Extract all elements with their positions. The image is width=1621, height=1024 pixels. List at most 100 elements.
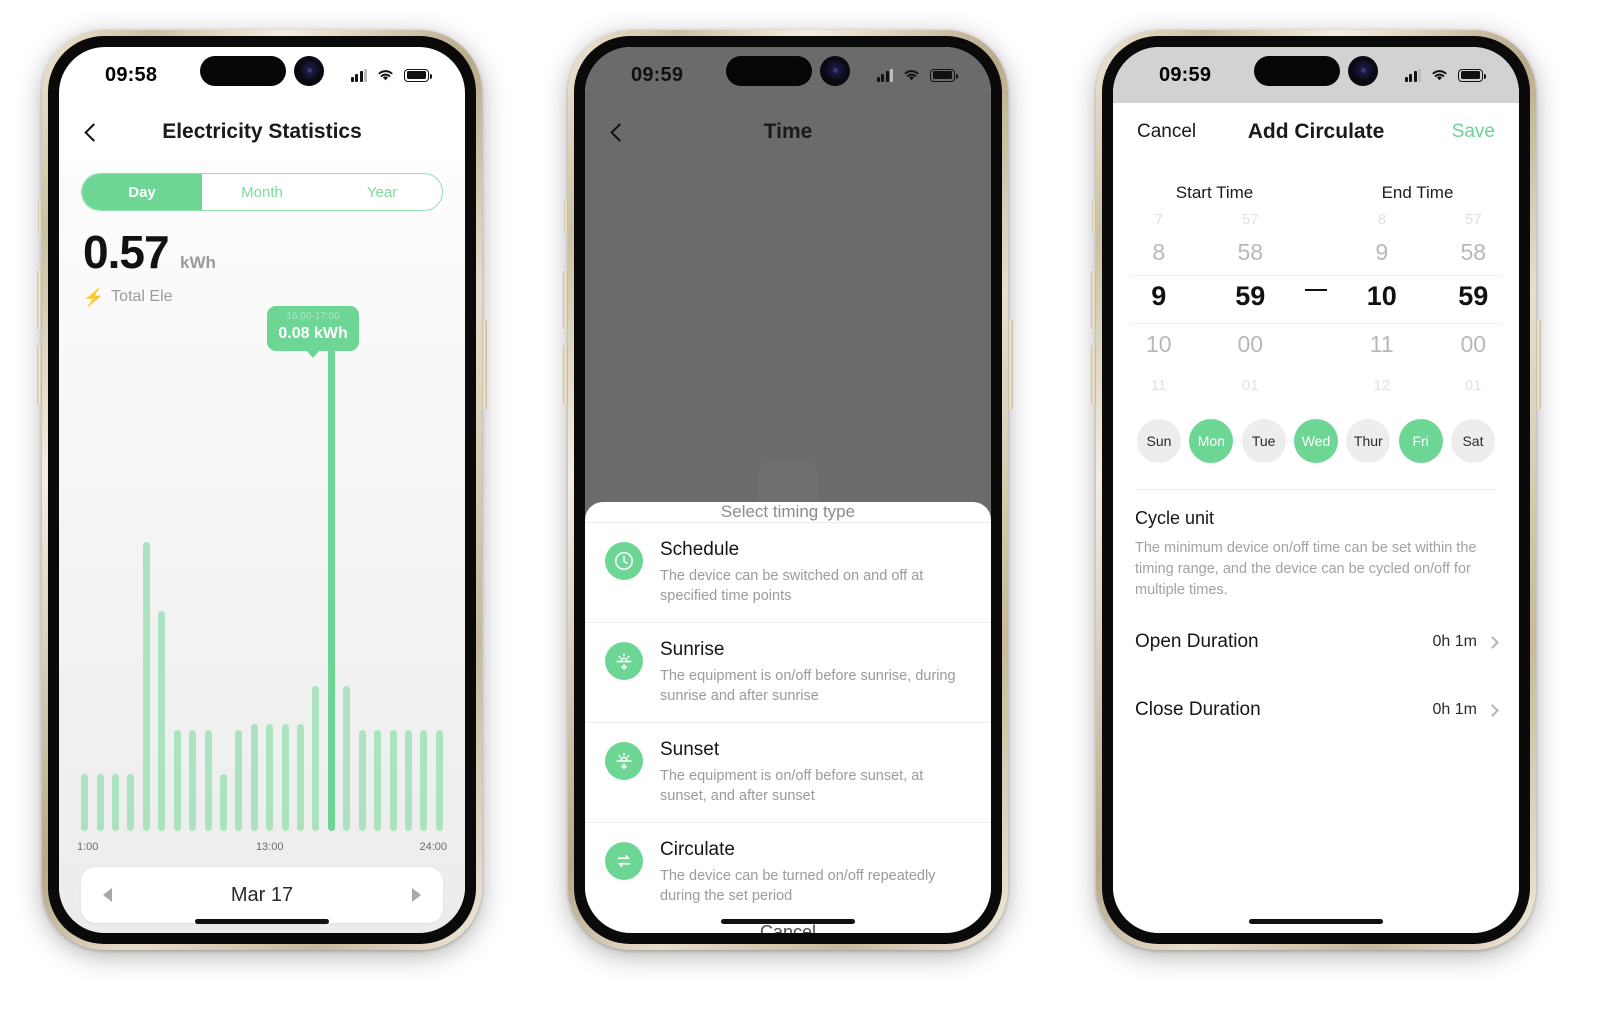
chart-bar[interactable] xyxy=(127,774,135,831)
mute-switch[interactable] xyxy=(1092,200,1096,234)
volume-up-button[interactable] xyxy=(1091,270,1096,330)
home-indicator[interactable] xyxy=(721,919,855,924)
end-time-label: End Time xyxy=(1381,183,1454,202)
volume-down-button[interactable] xyxy=(563,345,568,405)
cancel-button[interactable]: Cancel xyxy=(1137,121,1196,143)
clock-icon xyxy=(605,542,643,580)
mute-switch[interactable] xyxy=(564,200,568,234)
triangle-right-icon[interactable] xyxy=(412,888,421,902)
chart-bar[interactable] xyxy=(266,724,274,831)
select-timing-type-sheet: Select timing type Schedule The device c… xyxy=(585,502,991,933)
phone-frame: 09:59 xyxy=(568,30,1008,950)
weekday-chip-thur[interactable]: Thur xyxy=(1346,419,1391,463)
chart-bar[interactable] xyxy=(435,730,443,831)
wheel-item: 57 xyxy=(1241,211,1259,228)
chart-bar[interactable] xyxy=(158,610,166,831)
phone-1-screen: 09:58 Electricity Statistics Day Month Y… xyxy=(59,47,465,933)
end-hour-wheel[interactable]: 8 9 10 11 12 xyxy=(1336,209,1428,409)
volume-up-button[interactable] xyxy=(563,270,568,330)
chart-bar[interactable] xyxy=(173,730,181,831)
power-button[interactable] xyxy=(1536,320,1541,410)
total-summary: 0.57 kWh ⚡ Total Ele xyxy=(59,211,465,306)
volume-up-button[interactable] xyxy=(37,270,42,330)
power-button[interactable] xyxy=(1008,320,1013,410)
power-button[interactable] xyxy=(482,320,487,410)
row-label: Close Duration xyxy=(1135,699,1261,721)
chart-bar[interactable] xyxy=(327,328,335,831)
weekday-chip-wed[interactable]: Wed xyxy=(1293,419,1338,463)
segment-year[interactable]: Year xyxy=(322,174,442,210)
chart-bar[interactable] xyxy=(81,774,89,831)
hourly-consumption-chart[interactable]: 16:00-17:00 0.08 kWh 1:00 13:00 24:00 xyxy=(77,306,447,867)
time-picker[interactable]: 7 8 9 10 11 57 58 59 00 01 8 9 10 11 12 … xyxy=(1113,209,1519,409)
wheel-item: 12 xyxy=(1373,377,1391,394)
option-circulate[interactable]: Circulate The device can be turned on/of… xyxy=(585,823,991,922)
option-desc: The device can be turned on/off repeated… xyxy=(660,868,936,904)
dynamic-island xyxy=(726,56,850,86)
phone-3-add-circulate: 09:59 Cancel Add Circulate Save Start Ti… xyxy=(1091,30,1541,950)
battery-icon xyxy=(404,68,432,82)
weekday-chip-sun[interactable]: Sun xyxy=(1137,419,1181,463)
option-schedule[interactable]: Schedule The device can be switched on a… xyxy=(585,523,991,623)
date-navigator[interactable]: Mar 17 xyxy=(81,867,443,923)
option-sunset[interactable]: Sunset The equipment is on/off before su… xyxy=(585,723,991,823)
status-indicators xyxy=(876,68,958,82)
option-sunrise[interactable]: Sunrise The equipment is on/off before s… xyxy=(585,623,991,723)
weekday-chip-fri[interactable]: Fri xyxy=(1398,419,1443,463)
chart-bar[interactable] xyxy=(297,724,305,831)
phone-frame: 09:59 xyxy=(1096,30,1536,950)
sunrise-icon xyxy=(605,642,643,680)
chart-bar[interactable] xyxy=(420,730,428,831)
segment-month[interactable]: Month xyxy=(202,174,322,210)
weekday-chip-mon[interactable]: Mon xyxy=(1189,419,1234,463)
volume-down-button[interactable] xyxy=(37,345,42,405)
chart-bar[interactable] xyxy=(404,730,412,831)
chart-bar[interactable] xyxy=(96,774,104,831)
wheel-item: 00 xyxy=(1237,331,1264,357)
end-minute-wheel[interactable]: 57 58 59 00 01 xyxy=(1428,209,1520,409)
period-segmented-control[interactable]: Day Month Year xyxy=(81,173,443,211)
island-pill xyxy=(200,56,286,86)
chart-bar[interactable] xyxy=(312,686,320,831)
range-separator xyxy=(1296,209,1336,409)
chart-bar[interactable] xyxy=(389,730,397,831)
open-duration-row[interactable]: Open Duration 0h 1m xyxy=(1113,601,1519,653)
status-bar: 09:59 xyxy=(1113,47,1519,103)
chart-bar[interactable] xyxy=(235,730,243,831)
x-tick-label: 13:00 xyxy=(255,841,284,853)
chart-bar[interactable] xyxy=(204,730,212,831)
option-desc: The equipment is on/off before sunrise, … xyxy=(660,668,956,704)
status-bar: 09:58 xyxy=(59,47,465,103)
chart-bar[interactable] xyxy=(142,541,150,831)
weekday-selector[interactable]: Sun Mon Tue Wed Thur Fri Sat xyxy=(1113,409,1519,463)
start-minute-wheel[interactable]: 57 58 59 00 01 xyxy=(1205,209,1297,409)
chart-bar[interactable] xyxy=(343,686,351,831)
mute-switch[interactable] xyxy=(38,200,42,234)
island-pill xyxy=(1254,56,1340,86)
home-indicator[interactable] xyxy=(1249,919,1383,924)
triangle-left-icon[interactable] xyxy=(103,888,112,902)
chart-bar[interactable] xyxy=(112,774,120,831)
chart-bar[interactable] xyxy=(281,724,289,831)
weekday-chip-sat[interactable]: Sat xyxy=(1450,419,1495,463)
x-tick-label: 24:00 xyxy=(419,841,447,853)
chart-bar[interactable] xyxy=(250,724,258,831)
phone-3-screen: 09:59 Cancel Add Circulate Save Start Ti… xyxy=(1113,47,1519,933)
chevron-right-icon xyxy=(1486,703,1499,717)
wheel-item: 58 xyxy=(1460,239,1487,265)
chart-bar[interactable] xyxy=(358,730,366,831)
weekday-chip-tue[interactable]: Tue xyxy=(1241,419,1286,463)
start-hour-wheel[interactable]: 7 8 9 10 11 xyxy=(1113,209,1205,409)
chart-bar[interactable] xyxy=(219,774,227,831)
chart-bar[interactable] xyxy=(189,730,197,831)
segment-day[interactable]: Day xyxy=(82,174,202,210)
add-circulate-body: Start Time End Time 7 8 9 10 11 57 58 59… xyxy=(1113,161,1519,933)
home-indicator[interactable] xyxy=(195,919,329,924)
chart-bar[interactable] xyxy=(374,730,382,831)
status-time: 09:58 xyxy=(105,63,158,86)
save-button[interactable]: Save xyxy=(1452,121,1495,143)
phone-bezel: 09:59 xyxy=(574,36,1002,944)
close-duration-row[interactable]: Close Duration 0h 1m xyxy=(1113,653,1519,721)
volume-down-button[interactable] xyxy=(1091,345,1096,405)
cellular-signal-icon xyxy=(350,68,367,82)
